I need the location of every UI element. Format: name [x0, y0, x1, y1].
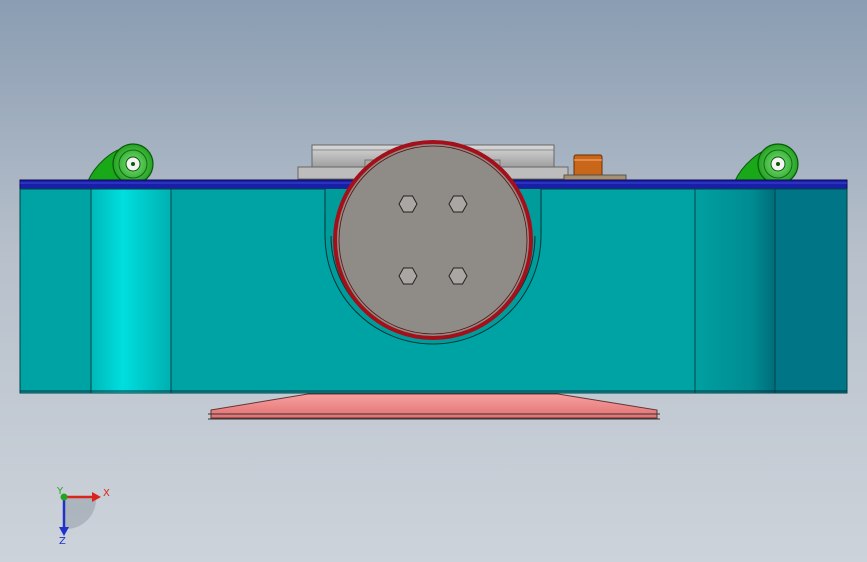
cad-viewport[interactable]: X Y Z [0, 0, 867, 562]
drum [333, 140, 533, 340]
cad-model-drawing: X Y Z [19, 140, 848, 547]
left-caster-wheel [87, 143, 154, 185]
right-caster-wheel [734, 143, 799, 185]
coordinate-triad[interactable]: X Y Z [56, 486, 110, 547]
z-axis-label: Z [59, 536, 66, 547]
motor-unit [563, 154, 627, 182]
y-axis-label: Y [56, 486, 64, 497]
base-plate [208, 393, 660, 420]
x-axis-label: X [103, 488, 110, 499]
